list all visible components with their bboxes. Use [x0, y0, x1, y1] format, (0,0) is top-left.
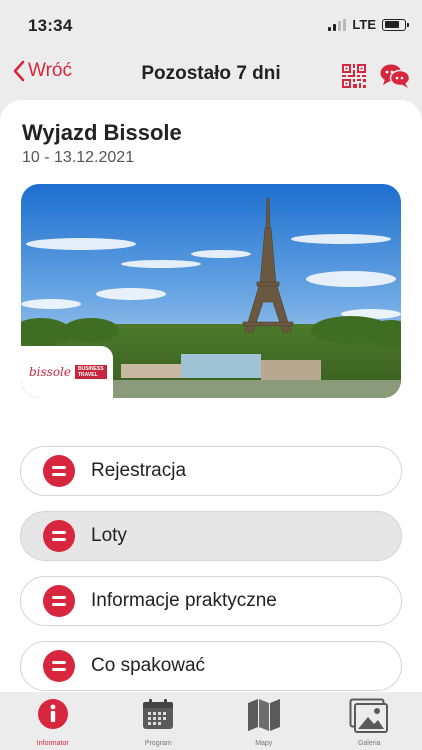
tab-program[interactable]: Program [106, 692, 212, 750]
info-icon [37, 699, 68, 729]
back-button[interactable]: Wróć [12, 60, 72, 82]
info-menu: Rejestracja Loty Informacje praktyczne C… [20, 446, 402, 694]
gallery-icon [349, 698, 389, 733]
logo-tagline-line2: TRAVEL [78, 372, 98, 378]
status-indicators: LTE [328, 17, 409, 32]
list-icon [43, 455, 75, 487]
menu-item-loty[interactable]: Loty [20, 511, 402, 561]
tab-mapy[interactable]: Mapy [211, 692, 317, 750]
trip-title: Wyjazd Bissole [22, 120, 182, 145]
qr-code-icon [342, 64, 366, 88]
status-bar: 13:34 LTE [0, 0, 422, 48]
qr-code-button[interactable] [342, 64, 366, 93]
back-label: Wróć [28, 60, 72, 81]
calendar-icon [143, 699, 174, 729]
chevron-left-icon [13, 60, 25, 82]
tab-label: Galeria [357, 740, 381, 747]
logo-wordmark: bissole [29, 365, 71, 379]
logo-tagline: BUSINESS TRAVEL [75, 365, 107, 379]
menu-item-informacje-praktyczne[interactable]: Informacje praktyczne [20, 576, 402, 626]
status-time: 13:34 [28, 16, 73, 35]
tab-label: Mapy [255, 740, 273, 747]
tab-label: Informator [36, 740, 69, 747]
list-icon [43, 650, 75, 682]
menu-item-label: Rejestracja [91, 460, 187, 481]
map-icon [247, 699, 280, 731]
trip-dates: 10 - 13.12.2021 [22, 149, 135, 166]
trip-card: Wyjazd Bissole 10 - 13.12.2021 bissole B… [0, 100, 422, 694]
list-icon [43, 585, 75, 617]
tab-label: Program [144, 740, 172, 747]
bissole-logo: bissole BUSINESS TRAVEL [21, 346, 113, 398]
menu-item-label: Loty [91, 525, 127, 546]
menu-item-label: Co spakować [91, 655, 206, 676]
tab-galeria[interactable]: Galeria [317, 692, 422, 750]
menu-item-label: Informacje praktyczne [91, 590, 277, 611]
destination-photo: bissole BUSINESS TRAVEL [21, 184, 401, 398]
network-type: LTE [352, 17, 376, 32]
menu-item-rejestracja[interactable]: Rejestracja [20, 446, 402, 496]
tab-bar: Informator Program Mapy Galeria [0, 692, 422, 750]
list-icon [43, 520, 75, 552]
battery-icon [382, 18, 409, 31]
navigation-bar: Wróć Pozostało 7 dni [0, 52, 422, 98]
tab-informator[interactable]: Informator [0, 692, 106, 750]
menu-item-co-spakowac[interactable]: Co spakować [20, 641, 402, 691]
signal-icon [328, 18, 347, 31]
chat-button[interactable] [380, 63, 411, 94]
chat-bubbles-icon [380, 64, 411, 88]
